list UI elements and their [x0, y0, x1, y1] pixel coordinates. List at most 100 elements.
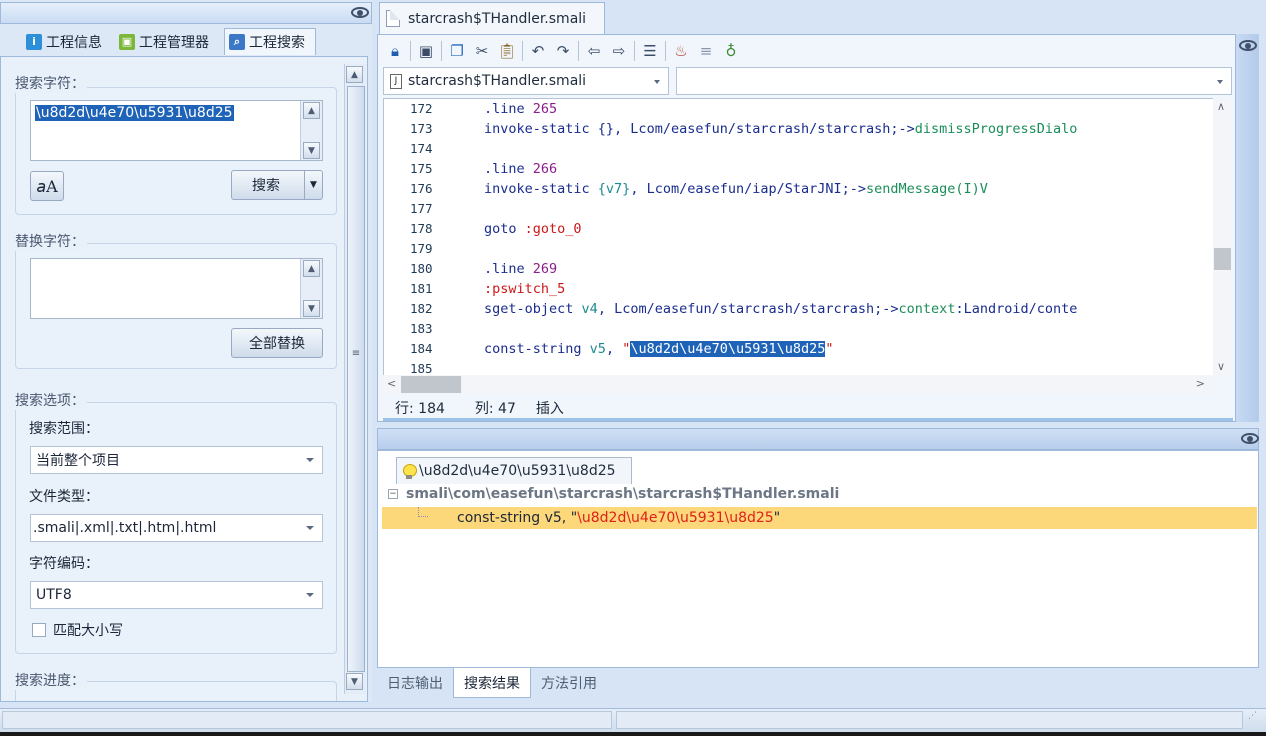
- member-select[interactable]: [676, 67, 1232, 95]
- code-text: .line 266: [442, 159, 557, 179]
- line-number: 178: [410, 221, 433, 236]
- line-number: 181: [410, 281, 433, 296]
- search-input[interactable]: \u8d2d\u4e70\u5931\u8d25 ▲ ▼: [30, 100, 323, 161]
- toolbar-separator: [665, 41, 666, 61]
- scroll-up-arrow-icon[interactable]: ▲: [303, 102, 320, 119]
- line-number: 175: [410, 161, 433, 176]
- scroll-down-arrow-icon[interactable]: ▼: [346, 673, 363, 690]
- code-line[interactable]: 176 invoke-static {v7}, Lcom/easefun/iap/…: [384, 179, 1214, 199]
- scroll-up-arrow-icon[interactable]: ▲: [303, 260, 320, 277]
- code-line[interactable]: 181 :pswitch_5: [384, 279, 1214, 299]
- search-button[interactable]: 搜索 ▼: [231, 170, 323, 200]
- left-pane-scroll-thumb[interactable]: [347, 86, 365, 672]
- code-editor[interactable]: 172 .line 265 173 invoke-static {}, Lcom/ea…: [383, 98, 1232, 376]
- file-type-label: 文件类型：: [29, 489, 99, 505]
- cut-icon[interactable]: ✂: [472, 41, 492, 61]
- forward-icon[interactable]: ⇨: [609, 41, 629, 61]
- scroll-down-arrow-icon[interactable]: ▼: [303, 300, 320, 317]
- resize-grip-icon[interactable]: ⋰: [1248, 712, 1257, 721]
- search-dropdown-arrow-icon[interactable]: ▼: [304, 171, 322, 199]
- result-file-node[interactable]: − smali\com\easefun\starcrash\starcrash$…: [388, 486, 839, 502]
- code-line[interactable]: 173 invoke-static {}, Lcom/easefun/starcr…: [384, 119, 1214, 139]
- code-text: :pswitch_5: [442, 279, 565, 299]
- code-line[interactable]: 177: [384, 199, 1214, 219]
- code-line[interactable]: 178 goto :goto_0: [384, 219, 1214, 239]
- code-horizontal-scrollbar[interactable]: < >: [383, 375, 1213, 394]
- code-line[interactable]: 180 .line 269: [384, 259, 1214, 279]
- search-scope-value: 当前整个项目: [36, 453, 120, 469]
- code-vertical-scrollbar[interactable]: ∧ ∨: [1213, 98, 1232, 376]
- tab-search-results[interactable]: 搜索结果: [453, 668, 531, 698]
- collapse-icon[interactable]: −: [388, 489, 398, 499]
- chevron-down-icon: [654, 80, 660, 84]
- file-select[interactable]: J starcrash$THandler.smali: [383, 67, 669, 95]
- code-line[interactable]: 185: [384, 359, 1214, 376]
- file-type-select[interactable]: .smali|.xml|.txt|.htm|.html: [30, 514, 323, 542]
- encoding-select[interactable]: UTF8: [30, 581, 323, 609]
- line-number: 184: [410, 341, 433, 356]
- scroll-up-arrow-icon[interactable]: ▲: [346, 66, 363, 83]
- match-case-checkbox[interactable]: [32, 623, 46, 637]
- search-options-title: 搜索选项：: [13, 390, 87, 410]
- tab-project-search[interactable]: ⌕ 工程搜索: [224, 28, 316, 55]
- code-vertical-scroll-thumb[interactable]: [1214, 248, 1231, 270]
- tab-log-output[interactable]: 日志输出: [377, 668, 453, 698]
- scroll-down-arrow-icon[interactable]: ▼: [303, 142, 320, 159]
- search-scope-select[interactable]: 当前整个项目: [30, 446, 323, 474]
- replace-text-title: 替换字符：: [13, 231, 87, 251]
- chevron-down-icon[interactable]: ∨: [1217, 360, 1225, 373]
- undo-icon[interactable]: ↶: [528, 41, 548, 61]
- chevron-up-icon[interactable]: ∧: [1217, 100, 1225, 113]
- code-line[interactable]: 182 sget-object v4, Lcom/easefun/starcras…: [384, 299, 1214, 319]
- font-size-button[interactable]: 𝘢A: [30, 171, 64, 201]
- code-horizontal-scroll-thumb[interactable]: [401, 376, 461, 393]
- replace-all-button[interactable]: 全部替换: [231, 328, 323, 358]
- redo-icon[interactable]: ↷: [553, 41, 573, 61]
- java-icon[interactable]: ♨: [671, 41, 691, 61]
- code-token: sget-object: [484, 301, 582, 317]
- code-line[interactable]: 184 const-string v5, "\u8d2d\u4e70\u5931\…: [384, 339, 1214, 359]
- code-token: {}, Lcom/easefun/starcrash/starcrash;->: [597, 121, 915, 137]
- eye-icon[interactable]: [1241, 433, 1259, 444]
- replace-input[interactable]: ▲ ▼: [30, 258, 323, 319]
- bug-icon[interactable]: ♁: [721, 41, 741, 61]
- line-number: 172: [410, 101, 433, 116]
- tab-project-info[interactable]: i 工程信息: [22, 28, 106, 55]
- eye-icon[interactable]: [1239, 40, 1257, 51]
- search-input-scrollbar[interactable]: ▲ ▼: [300, 101, 322, 160]
- code-token: .line: [484, 261, 533, 277]
- chevron-right-icon[interactable]: >: [1196, 377, 1205, 390]
- save-icon[interactable]: ▣: [416, 41, 436, 61]
- code-line[interactable]: 175 .line 266: [384, 159, 1214, 179]
- code-line[interactable]: 179: [384, 239, 1214, 259]
- file-type-value: .smali|.xml|.txt|.htm|.html: [33, 520, 217, 536]
- paste-icon[interactable]: 📋︎: [497, 41, 517, 61]
- code-token: .line: [484, 161, 533, 177]
- eye-icon[interactable]: [351, 7, 369, 18]
- tab-project-manager[interactable]: ▣ 工程管理器: [115, 28, 213, 55]
- list-icon[interactable]: ≡: [696, 41, 716, 61]
- chevron-left-icon[interactable]: <: [387, 377, 396, 390]
- lock-icon[interactable]: 🔒︎: [385, 41, 405, 61]
- replace-input-scrollbar[interactable]: ▲ ▼: [300, 259, 322, 318]
- line-number: 185: [410, 361, 433, 376]
- back-icon[interactable]: ⇦: [584, 41, 604, 61]
- editor-toolbar: 🔒︎ ▣ ❐ ✂ 📋︎ ↶ ↷ ⇦ ⇨ ☰ ♨ ≡ ♁: [379, 37, 1234, 65]
- format-icon[interactable]: ☰: [640, 41, 660, 61]
- tab-method-references[interactable]: 方法引用: [531, 668, 607, 698]
- chevron-down-icon: [306, 458, 314, 462]
- search-input-value: \u8d2d\u4e70\u5931\u8d25: [35, 105, 234, 121]
- code-line[interactable]: 183: [384, 319, 1214, 339]
- result-hit-row[interactable]: const-string v5, " \u8d2d\u4e70\u5931\u8…: [382, 507, 1257, 529]
- code-text: sget-object v4, Lcom/easefun/starcrash/s…: [442, 299, 1077, 319]
- code-line[interactable]: 174: [384, 139, 1214, 159]
- left-panel-header: [0, 2, 372, 24]
- code-token: :Landroid/conte: [955, 301, 1078, 317]
- code-line[interactable]: 172 .line 265: [384, 99, 1214, 119]
- search-pane: 搜索字符： \u8d2d\u4e70\u5931\u8d25 ▲ ▼ 𝘢A 搜索…: [0, 56, 368, 702]
- editor-tab[interactable]: starcrash$THandler.smali: [379, 2, 605, 34]
- copy-icon[interactable]: ❐: [447, 41, 467, 61]
- tab-method-references-label: 方法引用: [541, 676, 597, 692]
- match-case-label: 匹配大小写: [53, 623, 123, 639]
- results-query-tab[interactable]: \u8d2d\u4e70\u5931\u8d25: [396, 457, 632, 484]
